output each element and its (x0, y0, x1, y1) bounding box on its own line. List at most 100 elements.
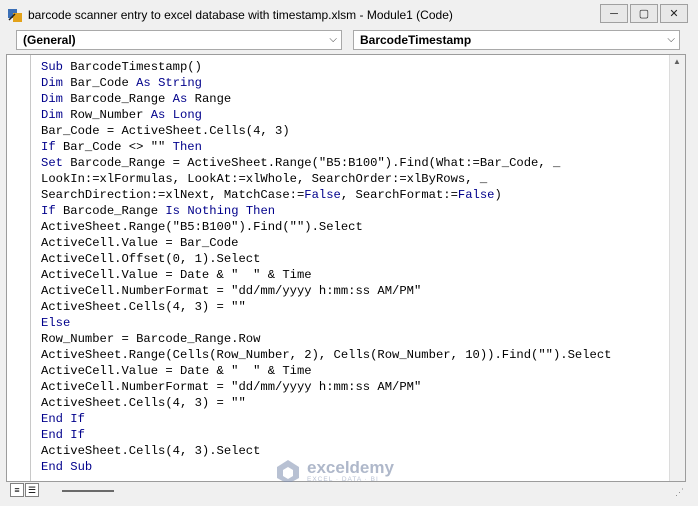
code-token: ActiveSheet.Range("B5:B100").Find("").Se… (41, 220, 363, 234)
code-token: Barcode_Range (55, 204, 166, 218)
code-line[interactable]: ActiveSheet.Range("B5:B100").Find("").Se… (41, 219, 611, 235)
vertical-scrollbar[interactable]: ▲ (669, 55, 685, 481)
code-line[interactable]: If Barcode_Range Is Nothing Then (41, 203, 611, 219)
code-token: ActiveCell.NumberFormat = "dd/mm/yyyy h:… (41, 380, 422, 394)
code-token: ActiveCell.Offset(0, 1).Select (41, 252, 261, 266)
code-token: ActiveCell.NumberFormat = "dd/mm/yyyy h:… (41, 284, 422, 298)
code-token: Range (187, 92, 232, 106)
code-line[interactable]: ActiveCell.Offset(0, 1).Select (41, 251, 611, 267)
code-keyword: End If (41, 428, 85, 442)
code-keyword: If (41, 140, 56, 154)
code-line[interactable]: Dim Bar_Code As String (41, 75, 611, 91)
code-keyword: Is (165, 204, 180, 218)
code-line[interactable]: Sub BarcodeTimestamp() (41, 59, 611, 75)
code-text[interactable]: Sub BarcodeTimestamp() Dim Bar_Code As St… (41, 59, 611, 475)
object-dropdown[interactable]: (General) ⌵ (16, 30, 342, 50)
object-dropdown-value: (General) (23, 33, 76, 47)
code-line[interactable]: ActiveCell.NumberFormat = "dd/mm/yyyy h:… (41, 283, 611, 299)
code-keyword: Long (172, 108, 202, 122)
code-token: Bar_Code (62, 76, 137, 90)
code-line[interactable]: Else (41, 315, 611, 331)
code-keyword: End If (41, 412, 85, 426)
code-keyword: As (136, 76, 151, 90)
exceldemy-logo (277, 460, 299, 484)
code-token: Bar_Code <> "" (55, 140, 173, 154)
code-line[interactable]: Dim Row_Number As Long (41, 107, 611, 123)
chevron-down-icon: ⌵ (329, 34, 337, 45)
full-module-view-icon[interactable]: ☰ (25, 483, 39, 497)
code-token: ActiveCell.Value = Bar_Code (41, 236, 239, 250)
chevron-down-icon: ⌵ (667, 34, 675, 45)
code-token: ActiveSheet.Cells(4, 3) = "" (41, 300, 246, 314)
code-line[interactable]: ActiveCell.Value = Date & " " & Time (41, 363, 611, 379)
code-line[interactable]: SearchDirection:=xlNext, MatchCase:=Fals… (41, 187, 611, 203)
window-title: barcode scanner entry to excel database … (28, 8, 453, 22)
close-icon[interactable]: ✕ (660, 4, 688, 23)
maximize-icon[interactable]: ▢ (630, 4, 658, 23)
code-keyword: If (41, 204, 56, 218)
code-line[interactable]: Dim Barcode_Range As Range (41, 91, 611, 107)
horizontal-scrollbar[interactable] (62, 490, 114, 492)
code-token: ActiveCell.Value = Date & " " & Time (41, 268, 312, 282)
code-line[interactable]: Row_Number = Barcode_Range.Row (41, 331, 611, 347)
code-token: ActiveSheet.Range(Cells(Row_Number, 2), … (41, 348, 612, 362)
code-keyword: Dim (41, 76, 63, 90)
exceldemy-watermark: exceldemy EXCEL · DATA · BI (275, 458, 394, 484)
title-bar: barcode scanner entry to excel database … (0, 0, 698, 30)
code-line[interactable]: End If (41, 411, 611, 427)
code-keyword: False (457, 188, 495, 202)
code-line[interactable]: If Bar_Code <> "" Then (41, 139, 611, 155)
code-token: Barcode_Range (62, 92, 173, 106)
margin-indicator-bar[interactable] (7, 55, 31, 481)
code-editor[interactable]: Sub BarcodeTimestamp() Dim Bar_Code As St… (6, 54, 686, 482)
code-token: Bar_Code = ActiveSheet.Cells(4, 3) (41, 124, 290, 138)
code-keyword: Else (41, 316, 71, 330)
code-keyword: As (150, 108, 166, 122)
code-line[interactable]: ActiveCell.Value = Date & " " & Time (41, 267, 611, 283)
watermark-title: exceldemy (307, 458, 394, 477)
code-keyword: False (304, 188, 341, 202)
code-line[interactable]: ActiveSheet.Cells(4, 3) = "" (41, 299, 611, 315)
code-keyword: Set (41, 156, 63, 170)
vba-editor-window: barcode scanner entry to excel database … (0, 0, 698, 506)
code-keyword: Sub (41, 60, 63, 74)
code-keyword: Then (172, 140, 202, 154)
code-token: SearchDirection:=xlNext, MatchCase:= (41, 188, 305, 202)
code-line[interactable]: Bar_Code = ActiveSheet.Cells(4, 3) (41, 123, 611, 139)
code-line[interactable]: ActiveSheet.Cells(4, 3).Select (41, 443, 611, 459)
code-line[interactable]: ActiveCell.NumberFormat = "dd/mm/yyyy h:… (41, 379, 611, 395)
code-keyword: Then (245, 204, 276, 218)
code-token: ActiveSheet.Cells(4, 3).Select (41, 444, 261, 458)
code-keyword: Dim (41, 108, 63, 122)
procedure-dropdown[interactable]: BarcodeTimestamp ⌵ (353, 30, 680, 50)
code-line[interactable]: ActiveSheet.Range(Cells(Row_Number, 2), … (41, 347, 611, 363)
code-token: , SearchFormat:= (340, 188, 458, 202)
procedure-view-icon[interactable]: ≡ (10, 483, 24, 497)
procedure-dropdown-value: BarcodeTimestamp (360, 33, 472, 47)
scroll-up-icon[interactable]: ▲ (673, 57, 681, 66)
code-line[interactable]: Set Barcode_Range = ActiveSheet.Range("B… (41, 155, 611, 171)
code-keyword: As (172, 92, 188, 106)
minimize-icon[interactable]: ─ (600, 4, 628, 23)
code-keyword: Nothing (187, 204, 239, 218)
code-keyword: End Sub (41, 460, 93, 474)
code-token: ActiveSheet.Cells(4, 3) = "" (41, 396, 246, 410)
code-token: ) (494, 188, 502, 202)
resize-grip-icon[interactable]: ⋰ (675, 487, 684, 498)
code-token: LookIn:=xlFormulas, LookAt:=xlWhole, Sea… (41, 172, 488, 186)
code-line[interactable]: ActiveSheet.Cells(4, 3) = "" (41, 395, 611, 411)
code-token: ActiveCell.Value = Date & " " & Time (41, 364, 312, 378)
code-token: Row_Number = Barcode_Range.Row (41, 332, 261, 346)
code-token: Barcode_Range = ActiveSheet.Range("B5:B1… (62, 156, 561, 170)
code-keyword: Dim (41, 92, 63, 106)
vba-app-icon (8, 9, 22, 22)
code-line[interactable]: ActiveCell.Value = Bar_Code (41, 235, 611, 251)
code-line[interactable]: End If (41, 427, 611, 443)
code-token: Row_Number (62, 108, 151, 122)
code-keyword: String (158, 76, 202, 90)
code-line[interactable]: LookIn:=xlFormulas, LookAt:=xlWhole, Sea… (41, 171, 611, 187)
code-token: BarcodeTimestamp() (62, 60, 202, 74)
